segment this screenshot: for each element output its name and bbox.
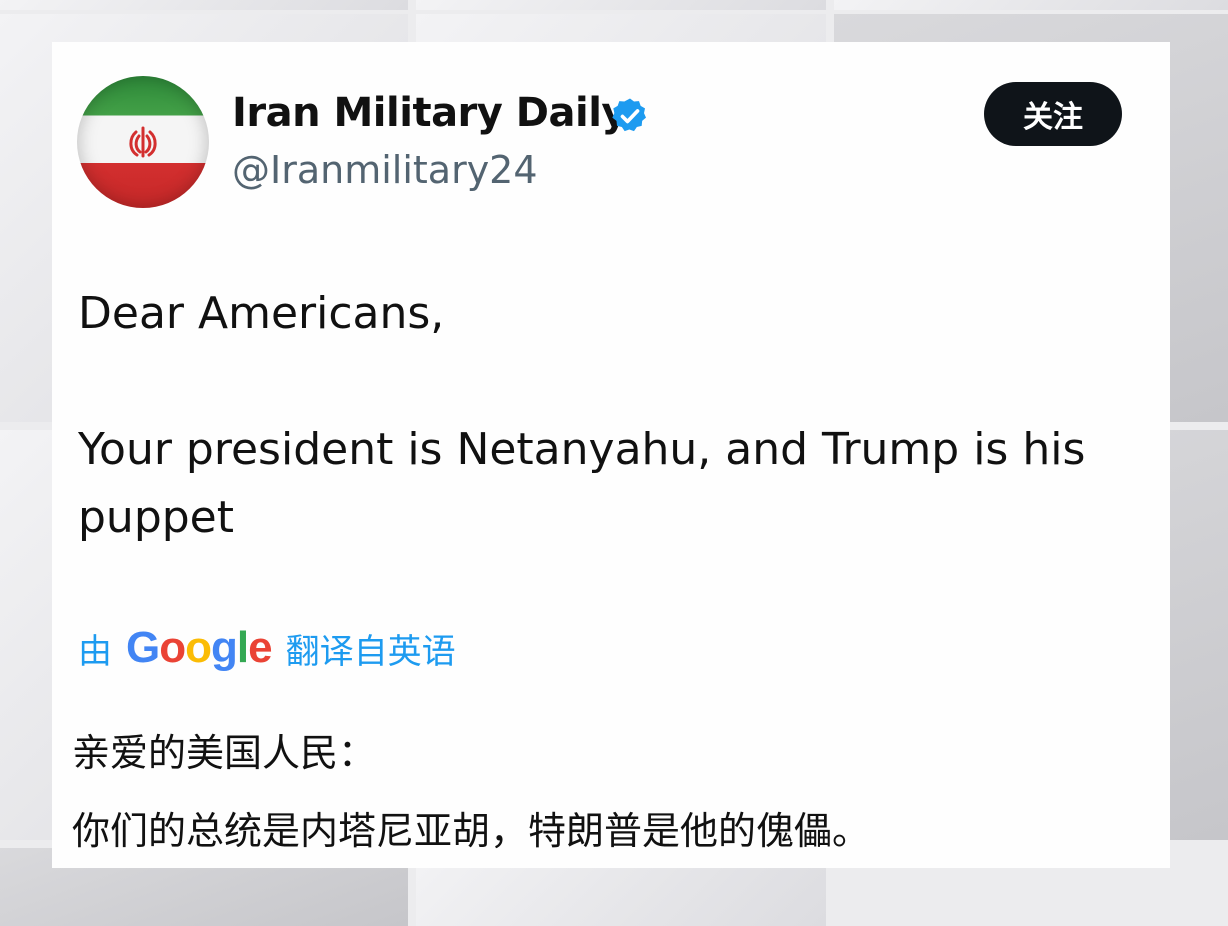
tweet-card: Iran Military Daily @Iranmilitary24 关注 D…	[52, 42, 1170, 868]
translation-prefix: 由	[78, 631, 112, 672]
display-name[interactable]: Iran Military Daily	[232, 90, 627, 136]
verified-badge-icon	[612, 98, 646, 132]
translation-suffix: 翻译自英语	[285, 631, 456, 672]
translated-text-line: 你们的总统是内塔尼亚胡，特朗普是他的傀儡。	[72, 809, 871, 853]
background-tile	[0, 0, 408, 10]
translation-attribution[interactable]: 由 Google 翻译自英语	[78, 620, 456, 676]
account-handle[interactable]: @Iranmilitary24	[232, 148, 538, 192]
tweet-text-line: Dear Americans,	[78, 288, 445, 339]
google-logo-letter: g	[211, 623, 238, 672]
google-logo-letter: e	[248, 623, 273, 672]
google-logo: Google	[126, 623, 273, 673]
follow-button[interactable]: 关注	[984, 82, 1122, 146]
background-tile	[416, 0, 826, 10]
google-logo-letter: G	[126, 623, 160, 672]
google-logo-letter: o	[185, 623, 212, 672]
avatar[interactable]	[77, 76, 209, 208]
tweet-text-line: puppet	[78, 492, 234, 543]
background-tile	[834, 0, 1228, 10]
translated-text-line: 亲爱的美国人民：	[72, 731, 377, 775]
tweet-text-line: Your president is Netanyahu, and Trump i…	[78, 424, 1086, 475]
google-logo-letter: o	[159, 623, 186, 672]
iran-emblem-icon	[129, 126, 157, 158]
google-logo-letter: l	[236, 623, 249, 672]
